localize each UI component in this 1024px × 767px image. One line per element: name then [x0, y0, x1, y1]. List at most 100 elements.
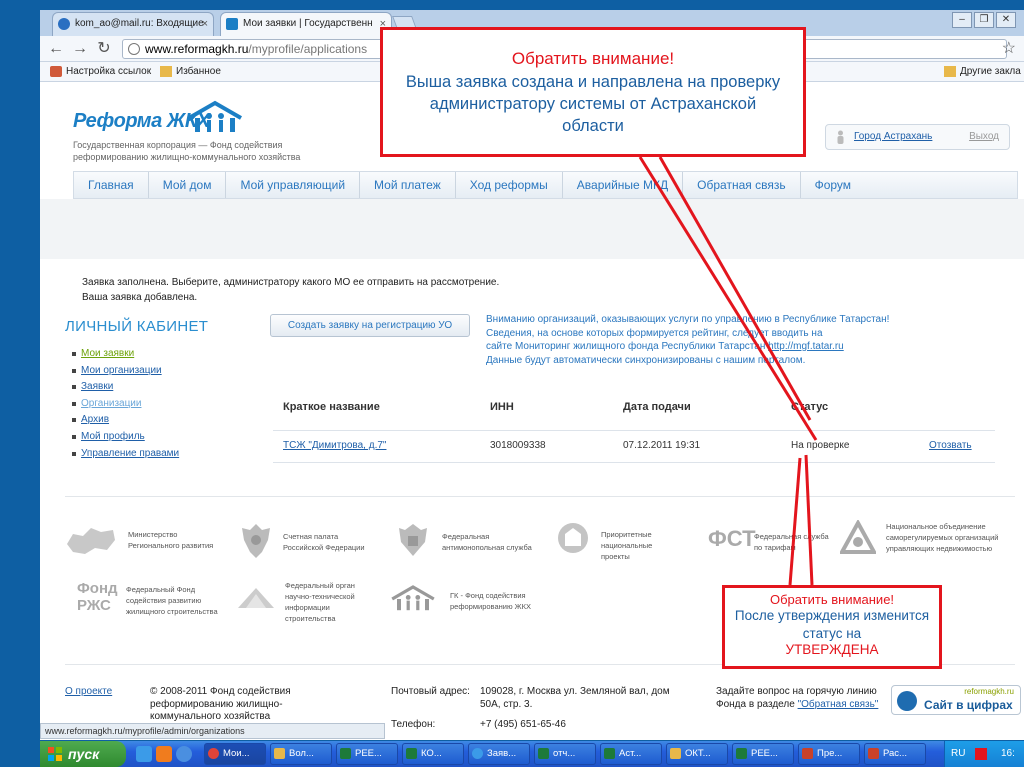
tab-applications[interactable]: Мои заявки | Государственн ×	[220, 12, 392, 36]
task-powerpoint-1[interactable]: Пре...	[798, 743, 860, 765]
houses-small-logo-icon[interactable]	[389, 584, 437, 614]
cabinet-link[interactable]: Мои заявки	[81, 348, 134, 359]
task-excel-1[interactable]: РЕЕ...	[336, 743, 398, 765]
partner-national-projects[interactable]: Приоритетные национальные проекты	[601, 529, 681, 562]
close-tab-icon[interactable]: ×	[202, 13, 208, 35]
annotation-body: Выша заявка создана и направлена на пров…	[405, 73, 781, 135]
russia-map-icon[interactable]	[65, 524, 117, 558]
menu-item-emergency[interactable]: Аварийные МКД	[563, 172, 684, 198]
status-badge: На проверке	[791, 440, 850, 451]
tatarstan-info: Вниманию организаций, оказывающих услуги…	[486, 313, 926, 367]
create-application-button[interactable]: Создать заявку на регистрацию УО	[270, 314, 470, 337]
chrome-icon[interactable]	[176, 746, 192, 762]
forward-arrow-icon[interactable]: →	[70, 39, 90, 59]
task-excel-5[interactable]: РЕЕ...	[732, 743, 794, 765]
task-ie[interactable]: Заяв...	[468, 743, 530, 765]
menu-item-my-house[interactable]: Мой дом	[149, 172, 227, 198]
partner-rzhs[interactable]: Федеральный Фонд содействия развитию жил…	[126, 584, 236, 617]
site-subtitle: Государственная корпорация — Фонд содейс…	[73, 140, 301, 162]
bookmark-other[interactable]: Другие закла	[944, 62, 1021, 82]
start-button[interactable]: пуск	[40, 741, 126, 767]
badge-site: reformagkh.ru	[964, 687, 1014, 696]
main-menu: Главная Мой дом Мой управляющий Мой плат…	[73, 171, 1018, 199]
partner-fund[interactable]: ГК - Фонд содействия реформированию ЖКХ	[450, 590, 540, 612]
mgf-link[interactable]: http://mgf.tatar.ru	[768, 341, 844, 352]
menu-item-my-manager[interactable]: Мой управляющий	[226, 172, 361, 198]
bookmark-favorites[interactable]: Избанное	[160, 62, 221, 82]
withdraw-link[interactable]: Отозвать	[929, 440, 972, 451]
cabinet-item-applications: Заявки	[72, 379, 179, 396]
annotation-heading: Обратить внимание!	[769, 592, 895, 607]
rzhs-logo[interactable]: Фонд РЖС	[77, 580, 118, 614]
antivirus-icon[interactable]	[975, 748, 987, 760]
partner-fst[interactable]: Федеральная служба по тарифам	[754, 531, 834, 553]
partner-minregion[interactable]: Министерство Регионального развития	[128, 529, 223, 551]
annotation-bottom: Обратить внимание! После утверждения изм…	[722, 585, 942, 669]
task-label: РЕЕ...	[355, 748, 382, 759]
bookmark-settings[interactable]: Настройка ссылок	[50, 62, 151, 82]
partner-nosu[interactable]: Национальное объединение саморегулируемы…	[886, 521, 1016, 554]
cabinet-link[interactable]: Архив	[81, 414, 109, 425]
site-stats-button[interactable]: reformagkh.ru Сайт в цифрах	[891, 685, 1021, 715]
language-indicator[interactable]: RU	[951, 741, 965, 767]
back-arrow-icon[interactable]: ←	[46, 39, 66, 59]
partner-accounts-chamber[interactable]: Счетная палата Российской Федерации	[283, 531, 378, 553]
clock[interactable]: 16:	[1001, 741, 1015, 767]
task-folder[interactable]: Вол...	[270, 743, 332, 765]
about-link[interactable]: О проекте	[65, 686, 112, 697]
person-icon	[837, 130, 844, 144]
bookmark-star-icon[interactable]: ☆	[1002, 38, 1016, 58]
city-link[interactable]: Город Астрахань	[854, 125, 932, 149]
menu-item-reform-progress[interactable]: Ход реформы	[456, 172, 563, 198]
start-label: пуск	[68, 746, 100, 762]
task-label: КО...	[421, 748, 442, 759]
cabinet-link[interactable]: Заявки	[81, 381, 113, 392]
windows-taskbar: пуск Мои... Вол... РЕЕ... КО... Заяв... …	[40, 741, 1024, 767]
menu-item-home[interactable]: Главная	[74, 172, 149, 198]
partner-fnti[interactable]: Федеральный орган научно-технической инф…	[285, 580, 370, 624]
feedback-link[interactable]: "Обратная связь"	[798, 699, 879, 710]
minimize-icon[interactable]: –	[952, 12, 972, 28]
task-chrome[interactable]: Мои...	[204, 743, 266, 765]
national-projects-icon[interactable]	[553, 520, 593, 556]
menu-item-forum[interactable]: Форум	[801, 172, 865, 198]
task-excel-4[interactable]: Аст...	[600, 743, 662, 765]
pyramid-logo-icon[interactable]	[236, 586, 276, 610]
cabinet-item-organizations: Организации	[72, 396, 179, 413]
reload-icon[interactable]: ↻	[94, 39, 114, 59]
tab-mail[interactable]: kom_ao@mail.ru: Входящие ×	[52, 12, 214, 36]
cabinet-link[interactable]: Мой профиль	[81, 431, 145, 442]
notice-line: Заявка заполнена. Выберите, администрато…	[82, 277, 500, 288]
fst-logo[interactable]: ФСТ	[708, 527, 756, 551]
cabinet-link[interactable]: Мои организации	[81, 365, 162, 376]
organization-link[interactable]: ТСЖ "Димитрова, д.7"	[283, 440, 386, 451]
fas-emblem-icon[interactable]	[395, 520, 431, 560]
task-excel-2[interactable]: КО...	[402, 743, 464, 765]
task-folder-2[interactable]: ОКТ...	[666, 743, 728, 765]
menu-item-my-payment[interactable]: Мой платеж	[360, 172, 456, 198]
address-label: Почтовый адрес:	[391, 686, 470, 697]
cabinet-item-profile: Мой профиль	[72, 429, 179, 446]
cabinet-item-my-applications: Мои заявки	[72, 346, 179, 363]
screen: kom_ao@mail.ru: Входящие × Мои заявки | …	[0, 0, 1024, 767]
cabinet-link[interactable]: Управление правами	[81, 448, 179, 459]
menu-item-feedback[interactable]: Обратная связь	[683, 172, 801, 198]
cabinet-link[interactable]: Организации	[81, 398, 141, 409]
task-powerpoint-2[interactable]: Рас...	[864, 743, 926, 765]
city-selector: Город Астрахань Выход	[825, 124, 1010, 150]
task-label: Пре...	[817, 748, 843, 759]
column-header-name: Краткое название	[283, 401, 380, 413]
firefox-icon[interactable]	[156, 746, 172, 762]
close-window-icon[interactable]: ✕	[996, 12, 1016, 28]
url-path: /myprofile/applications	[248, 42, 368, 56]
task-icon	[604, 748, 615, 759]
eagle-emblem-icon[interactable]	[238, 520, 274, 560]
task-excel-3[interactable]: отч...	[534, 743, 596, 765]
ie-icon[interactable]	[136, 746, 152, 762]
logout-link[interactable]: Выход	[969, 125, 999, 149]
system-tray: RU 16:	[944, 741, 1024, 767]
triangle-logo-icon[interactable]	[840, 520, 876, 556]
restore-icon[interactable]: ❐	[974, 12, 994, 28]
partner-fas[interactable]: Федеральная антимонопольная служба	[442, 531, 532, 553]
bookmark-label: Настройка ссылок	[66, 66, 152, 77]
